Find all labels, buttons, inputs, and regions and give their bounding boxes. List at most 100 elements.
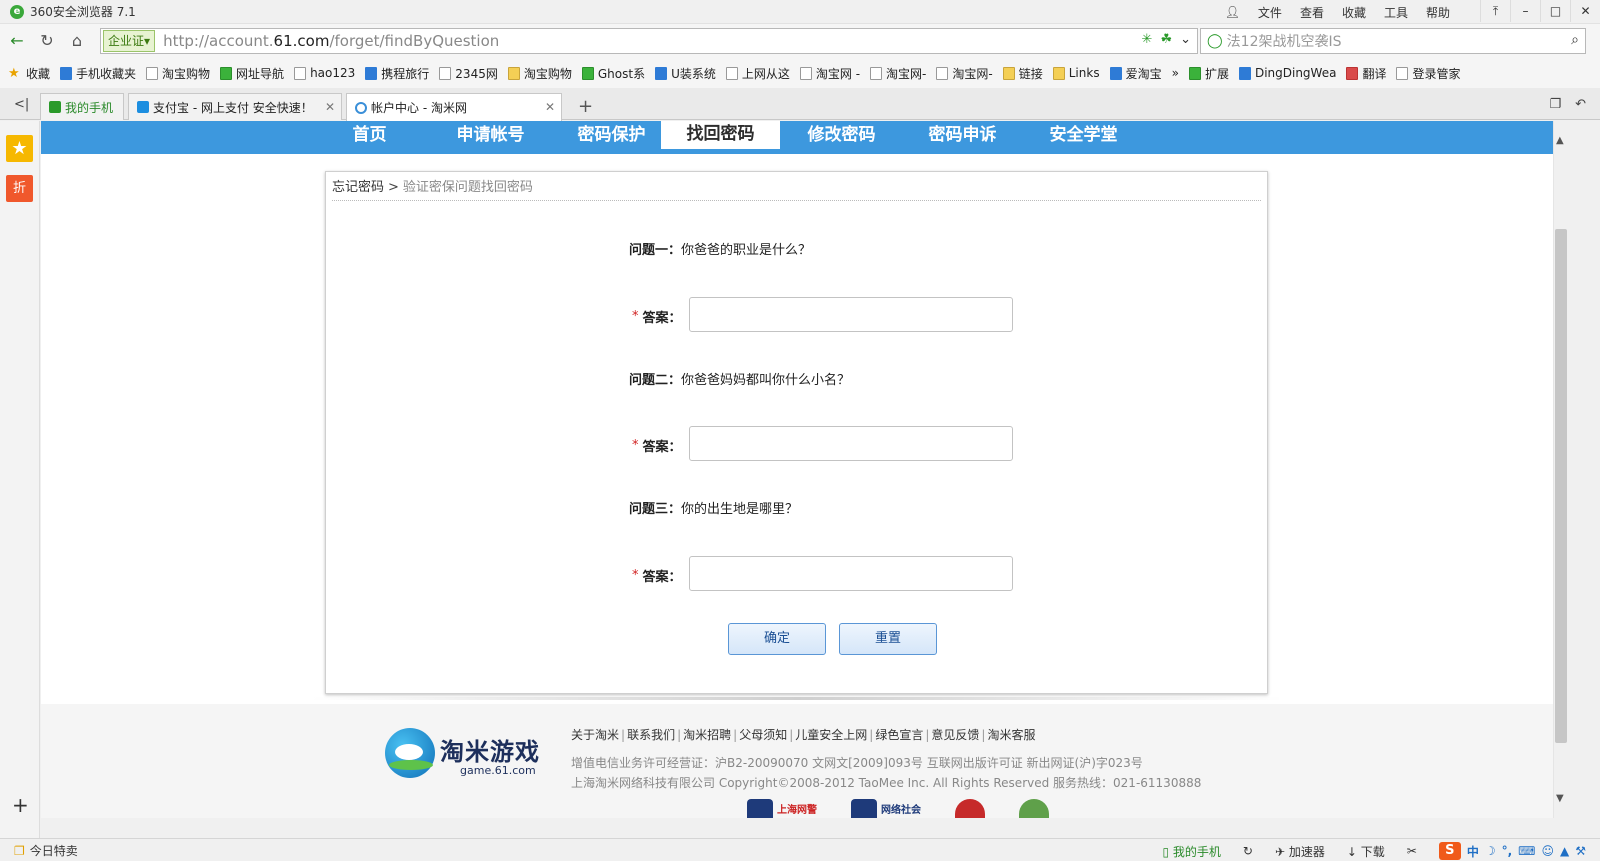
bookmark-item[interactable]: hao123 — [294, 66, 355, 80]
bookmark-item[interactable]: 扩展 — [1188, 65, 1229, 82]
menu-view[interactable]: 查看 — [1300, 4, 1324, 21]
bookmark-item[interactable]: » — [1172, 66, 1179, 80]
home-button[interactable]: ⌂ — [64, 28, 90, 54]
url-field[interactable]: 企业证▾ http://account.61.com/forget/findBy… — [100, 28, 1198, 54]
footer-link[interactable]: 关于淘米 — [571, 728, 619, 742]
bookmark-item[interactable]: 淘宝网- — [870, 65, 926, 82]
close-icon[interactable]: ✕ — [325, 100, 335, 114]
search-icon[interactable]: ⌕ — [1571, 32, 1579, 48]
taomee-logo[interactable]: 淘米游戏 game.61.com — [385, 728, 555, 784]
scrollbar-thumb[interactable] — [1555, 229, 1567, 743]
nav-item-0[interactable]: 首页 — [309, 121, 430, 152]
bookmark-item[interactable]: U装系统 — [655, 65, 716, 82]
menu-help[interactable]: 帮助 — [1426, 4, 1450, 21]
moon-icon[interactable]: ☽ — [1485, 844, 1496, 858]
daily-deals[interactable]: ❐ 今日特卖 — [14, 842, 78, 859]
menu-favorites[interactable]: 收藏 — [1342, 4, 1366, 21]
nav-item-5[interactable]: 密码申诉 — [902, 121, 1023, 152]
bookmark-item[interactable]: ★ 收藏 — [8, 65, 50, 82]
favorites-star-icon[interactable]: ★ — [6, 135, 33, 162]
close-button[interactable]: ✕ — [1570, 0, 1600, 22]
footer-link[interactable]: 意见反馈 — [931, 728, 979, 742]
scroll-up-icon[interactable]: ▲ — [1556, 135, 1564, 146]
nav-item-1[interactable]: 申请帐号 — [430, 121, 551, 152]
search-engine-icon[interactable]: ◯ — [1207, 33, 1223, 49]
footer-link[interactable]: 淘米招聘 — [683, 728, 731, 742]
collapse-sidebar-icon[interactable]: <| — [14, 97, 29, 112]
tab-account-center[interactable]: 帐户中心 - 淘米网 ✕ — [346, 93, 562, 121]
maximize-button[interactable]: □ — [1540, 0, 1570, 22]
keyboard-icon[interactable]: ⌨ — [1518, 844, 1535, 858]
bookmark-item[interactable]: DingDingWea — [1238, 66, 1336, 80]
answer-1-input[interactable] — [689, 297, 1013, 332]
badge-shanghai-police[interactable]: 上海网警 — [747, 799, 817, 818]
bookmark-item[interactable]: 淘宝购物 — [507, 65, 572, 82]
user-icon[interactable]: ☺ — [1541, 844, 1554, 858]
bookmark-item[interactable]: 网址导航 — [220, 65, 284, 82]
bookmark-item[interactable]: 淘宝购物 — [146, 65, 210, 82]
bookmark-item[interactable]: 上网从这 — [725, 65, 790, 82]
refresh-button[interactable]: ↻ — [34, 28, 60, 54]
bookmark-item[interactable]: 登录管家 — [1396, 65, 1460, 82]
wrench-icon[interactable]: ⚒ — [1575, 844, 1586, 858]
footer-link[interactable]: 父母须知 — [739, 728, 787, 742]
tab-alipay[interactable]: 支付宝 - 网上支付 安全快速！ ✕ — [128, 93, 342, 120]
restore-tabs-icon[interactable]: ❐ — [1549, 97, 1561, 112]
footer-link[interactable]: 淘米客服 — [987, 728, 1035, 742]
bookmark-item[interactable]: 携程旅行 — [365, 65, 429, 82]
nav-item-2[interactable]: 密码保护 — [551, 121, 672, 152]
tab-my-phone[interactable]: 我的手机 — [40, 93, 124, 120]
nav-item-4[interactable]: 修改密码 — [781, 121, 902, 152]
bookmark-item[interactable]: 淘宝网- — [936, 65, 993, 82]
nav-item-3[interactable]: 找回密码 — [660, 121, 781, 150]
badge-network-society[interactable]: 网络社会 — [851, 799, 921, 818]
answer-2-input[interactable] — [689, 426, 1013, 461]
refresh-status-icon[interactable]: ↻ — [1243, 844, 1253, 858]
pin-icon[interactable]: ⤒ — [1480, 0, 1510, 22]
bookmark-item[interactable]: 2345网 — [439, 65, 498, 82]
bookmark-item[interactable]: 翻译 — [1346, 65, 1386, 82]
bookmark-item[interactable]: Ghost系 — [581, 65, 645, 82]
breadcrumb-root[interactable]: 忘记密码 — [332, 180, 384, 195]
menu-tools[interactable]: 工具 — [1384, 4, 1408, 21]
security-check-icon[interactable]: ✳ — [1142, 32, 1153, 47]
bookmark-item[interactable]: 淘宝网 - — [799, 65, 860, 82]
ime-mode[interactable]: 中 — [1467, 843, 1479, 860]
undo-close-icon[interactable]: ↶ — [1575, 97, 1586, 112]
minimize-button[interactable]: – — [1510, 0, 1540, 22]
bookmark-item[interactable]: 链接 — [1002, 65, 1043, 82]
bookmark-item[interactable]: Links — [1052, 66, 1100, 80]
search-text[interactable]: 法12架战机空袭IS — [1227, 31, 1342, 51]
menu-user-icon[interactable]: 👤︎ — [1225, 5, 1240, 19]
bookmark-item[interactable]: 手机收藏夹 — [60, 65, 136, 82]
vertical-scrollbar[interactable]: ▲ ▼ — [1553, 121, 1568, 818]
menu-file[interactable]: 文件 — [1258, 4, 1282, 21]
enterprise-cert-badge[interactable]: 企业证▾ — [103, 30, 156, 52]
badge-green-seal[interactable] — [1019, 799, 1049, 818]
add-sidebar-item-icon[interactable]: + — [12, 793, 29, 817]
my-phone-button[interactable]: ▯ 我的手机 — [1162, 843, 1220, 860]
footer-link[interactable]: 绿色宣言 — [875, 728, 923, 742]
bookmark-item[interactable]: 爱淘宝 — [1109, 65, 1162, 82]
dropdown-icon[interactable]: ⌄ — [1180, 32, 1191, 47]
reset-button[interactable]: 重置 — [839, 623, 937, 655]
nav-item-6[interactable]: 安全学堂 — [1023, 121, 1144, 152]
close-icon[interactable]: ✕ — [545, 100, 555, 114]
speed-mode-icon[interactable]: ☘ — [1160, 32, 1172, 47]
accelerator-button[interactable]: ✈ 加速器 — [1275, 843, 1325, 860]
back-button[interactable]: ← — [4, 28, 30, 54]
shirt-icon[interactable]: ▲ — [1560, 844, 1569, 858]
new-tab-button[interactable]: + — [578, 96, 593, 117]
footer-link[interactable]: 联系我们 — [627, 728, 675, 742]
url-text[interactable]: http://account.61.com/forget/findByQuest… — [163, 32, 499, 50]
footer-link[interactable]: 儿童安全上网 — [795, 728, 867, 742]
search-input[interactable]: ◯ 法12架战机空袭IS ⌕ — [1200, 28, 1586, 54]
ime-toolbar[interactable]: S 中 ☽ °, ⌨ ☺ ▲ ⚒ — [1438, 842, 1586, 860]
discount-icon[interactable]: 折 — [6, 175, 33, 202]
scroll-down-icon[interactable]: ▼ — [1556, 793, 1564, 804]
punctuation-icon[interactable]: °, — [1502, 844, 1513, 858]
download-button[interactable]: ↓ 下载 — [1347, 843, 1385, 860]
answer-3-input[interactable] — [689, 556, 1013, 591]
screenshot-icon[interactable]: ✂ — [1407, 844, 1417, 858]
badge-emblem[interactable] — [955, 799, 985, 818]
